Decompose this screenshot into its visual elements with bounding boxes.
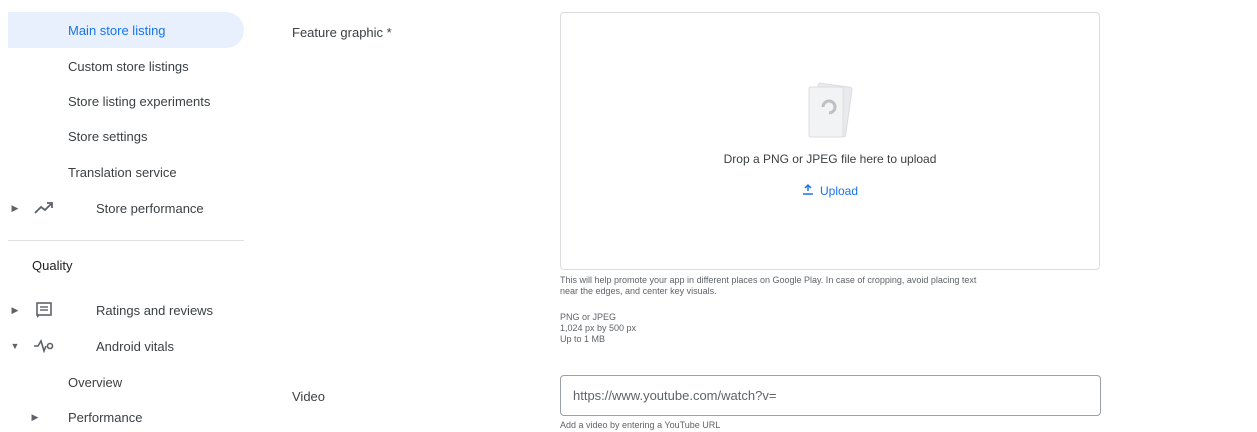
video-label: Video (292, 389, 326, 404)
vitals-icon (32, 336, 56, 356)
feature-graphic-requirements: PNG or JPEG 1,024 px by 500 px Up to 1 M… (560, 312, 1100, 345)
sidebar-item-translation-service[interactable]: Translation service (8, 154, 244, 190)
section-heading-quality: Quality (32, 258, 73, 273)
help-line: near the edges, and center key visuals. (560, 286, 717, 296)
upload-button[interactable]: Upload (802, 183, 858, 198)
sidebar-item-label: Store performance (96, 200, 204, 216)
help-line: This will help promote your app in diffe… (560, 275, 977, 285)
sidebar-item-ratings-and-reviews[interactable]: ▶ Ratings and reviews (8, 292, 244, 328)
sidebar-item-label: Overview (68, 374, 123, 390)
sidebar-item-label: Custom store listings (68, 58, 189, 74)
trending-up-icon (32, 198, 56, 218)
caret-down-icon[interactable]: ▼ (8, 341, 22, 351)
upload-icon (802, 183, 814, 198)
sidebar-item-label: Store listing experiments (68, 93, 211, 109)
sidebar-item-store-listing-experiments[interactable]: Store listing experiments (8, 83, 244, 119)
sidebar-item-store-settings[interactable]: Store settings (8, 118, 244, 154)
sidebar-item-label: Performance (68, 409, 143, 425)
sidebar-item-label: Android vitals (96, 338, 175, 354)
feature-graphic-help: This will help promote your app in diffe… (560, 275, 1100, 297)
sidebar-item-label: Ratings and reviews (96, 302, 214, 318)
sidebar-item-android-vitals[interactable]: ▼ Android vitals (8, 328, 244, 364)
video-help: Add a video by entering a YouTube URL (560, 420, 721, 430)
sidebar-item-main-store-listing[interactable]: Main store listing (8, 12, 244, 48)
sidebar-item-store-performance[interactable]: ▶ Store performance (8, 190, 244, 226)
sidebar-item-custom-store-listings[interactable]: Custom store listings (8, 48, 244, 84)
caret-right-icon[interactable]: ▶ (8, 203, 22, 214)
sidebar: Main store listing Custom store listings… (0, 0, 252, 432)
sidebar-item-label: Main store listing (68, 22, 166, 38)
sidebar-item-label: Translation service (68, 164, 177, 180)
drop-instructions: Drop a PNG or JPEG file here to upload (723, 152, 937, 166)
size-requirement: Up to 1 MB (560, 334, 606, 344)
video-url-input[interactable] (560, 375, 1101, 416)
sidebar-item-performance[interactable]: ▶ Performance (8, 399, 244, 432)
sidebar-divider (8, 240, 244, 241)
sidebar-item-overview[interactable]: Overview (8, 364, 244, 400)
feature-graphic-label: Feature graphic * (292, 25, 392, 40)
caret-right-icon[interactable]: ▶ (8, 305, 22, 316)
dimensions-requirement: 1,024 px by 500 px (560, 323, 637, 333)
reviews-icon (32, 300, 56, 320)
feature-graphic-dropzone[interactable]: Drop a PNG or JPEG file here to upload U… (560, 12, 1100, 270)
image-placeholder-icon (801, 79, 857, 149)
caret-right-icon[interactable]: ▶ (28, 412, 42, 423)
format-requirement: PNG or JPEG (560, 312, 617, 322)
upload-label: Upload (819, 183, 859, 198)
sidebar-item-label: Store settings (68, 128, 148, 144)
